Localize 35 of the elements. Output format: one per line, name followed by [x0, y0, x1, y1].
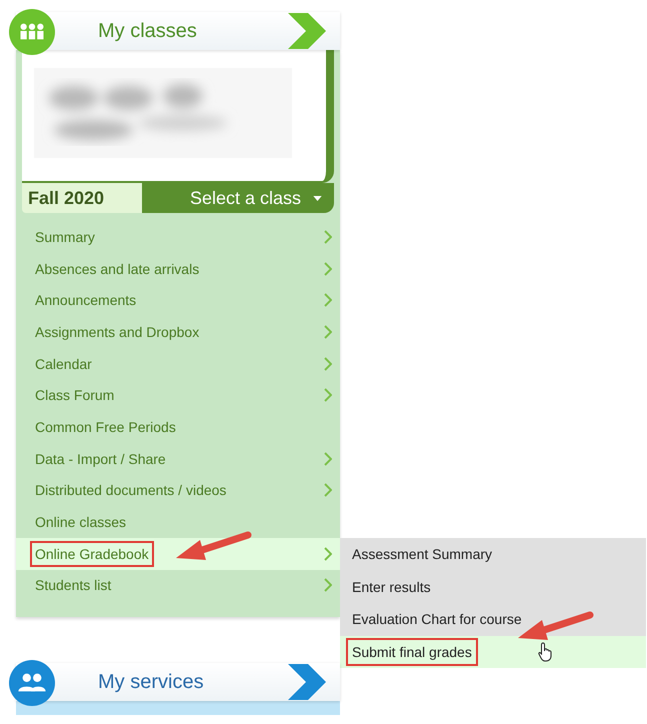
menu-item[interactable]: Assignments and Dropbox [16, 316, 340, 348]
chevron-right-icon [324, 324, 332, 339]
chevron-right-icon [324, 230, 332, 244]
caret-icon [313, 196, 322, 200]
term-label: Fall 2020 [22, 183, 142, 213]
menu-item[interactable]: Distributed documents / videos [16, 474, 340, 506]
chevron-icon [286, 664, 326, 700]
menu-item[interactable]: Calendar [16, 348, 340, 380]
people-icon [9, 660, 55, 706]
menu-item[interactable]: Summary [16, 221, 340, 253]
chevron-right-icon [324, 546, 332, 561]
chevron-icon [286, 13, 326, 49]
menu-item[interactable]: Announcements [16, 284, 340, 316]
menu-item[interactable]: Data - Import / Share [16, 442, 340, 474]
chevron-right-icon [324, 483, 332, 498]
menu-item[interactable]: Absences and late arrivals [16, 252, 340, 284]
submenu-item[interactable]: Assessment Summary [340, 538, 646, 570]
chevron-right-icon [324, 356, 332, 371]
chevron-right-icon [324, 578, 332, 592]
submenu-item[interactable]: Enter results [340, 570, 646, 603]
hand-cursor-icon [538, 642, 554, 662]
menu-item[interactable]: Class Forum [16, 379, 340, 412]
menu-item[interactable]: Students list [16, 570, 340, 602]
submenu-item[interactable]: Submit final grades [340, 636, 646, 668]
menu-item[interactable]: Online Gradebook [16, 538, 340, 570]
submenu-item[interactable]: Evaluation Chart for course [340, 603, 646, 636]
chevron-right-icon [324, 452, 332, 466]
menu-item[interactable]: Online classes [16, 506, 340, 538]
panel-title: My services [98, 670, 204, 694]
chevron-right-icon [324, 388, 332, 402]
menu-item[interactable]: Common Free Periods [16, 411, 340, 443]
panel-title: My classes [98, 20, 197, 42]
chevron-right-icon [324, 262, 332, 276]
class-selector[interactable]: Select a class [142, 183, 334, 213]
chevron-right-icon [324, 293, 332, 308]
